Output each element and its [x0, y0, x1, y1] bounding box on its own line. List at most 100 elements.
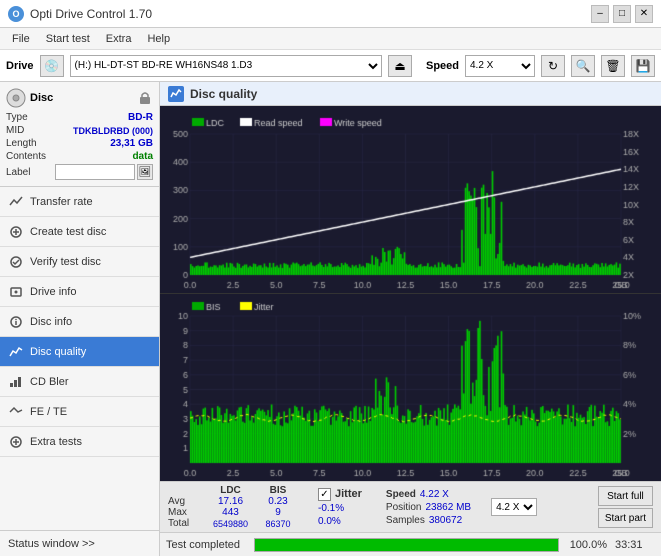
progress-percent: 100.0%: [567, 539, 607, 551]
eject-button[interactable]: ⏏: [388, 55, 412, 77]
progress-area: Test completed 100.0% 33:31: [160, 532, 661, 556]
sidebar-item-disc-info[interactable]: Disc info: [0, 307, 159, 337]
start-part-button[interactable]: Start part: [598, 508, 653, 528]
maximize-button[interactable]: □: [613, 5, 631, 23]
disc-label-row: Label 🖼: [6, 164, 153, 180]
avg-ldc: 17.16: [203, 496, 258, 507]
disc-contents-row: Contents data: [6, 151, 153, 162]
menubar: File Start test Extra Help: [0, 28, 661, 50]
drive-bar: Drive 💿 (H:) HL-DT-ST BD-RE WH16NS48 1.D…: [0, 50, 661, 82]
content-area: Disc quality LDC BIS Avg: [160, 82, 661, 556]
save-button[interactable]: 💾: [631, 55, 655, 77]
disc-panel: Disc Type BD-R MID TDKBLDRBD (000) Lengt…: [0, 82, 159, 187]
position-value: 23862 MB: [425, 502, 471, 513]
disc-quality-panel-icon: [168, 86, 184, 102]
jitter-checkbox[interactable]: ✓: [318, 488, 331, 501]
app-title: Opti Drive Control 1.70: [30, 7, 152, 21]
max-bis: 9: [258, 507, 298, 518]
disc-mid-row: MID TDKBLDRBD (000): [6, 125, 153, 136]
status-window-button[interactable]: Status window >>: [0, 530, 159, 556]
speed-select[interactable]: 4.2 X: [465, 55, 535, 77]
avg-bis: 0.23: [258, 496, 298, 507]
menu-start-test[interactable]: Start test: [38, 31, 98, 47]
position-row: Position 23862 MB: [386, 502, 471, 513]
sidebar-item-verify-test-disc[interactable]: Verify test disc: [0, 247, 159, 277]
disc-info-rows: Type BD-R MID TDKBLDRBD (000) Length 23,…: [6, 112, 153, 180]
verify-test-disc-icon: [8, 254, 24, 270]
sidebar-item-cd-bler[interactable]: CD Bler: [0, 367, 159, 397]
progress-bar-inner: [255, 539, 558, 551]
disc-info-icon: [8, 314, 24, 330]
avg-jitter: -0.1%: [318, 503, 362, 514]
window-controls: – □ ✕: [591, 5, 653, 23]
jitter-header: ✓ Jitter: [318, 488, 362, 501]
disc-length-row: Length 23,31 GB: [6, 138, 153, 149]
menu-extra[interactable]: Extra: [98, 31, 140, 47]
sidebar-item-transfer-rate[interactable]: Transfer rate: [0, 187, 159, 217]
avg-label: Avg: [168, 496, 203, 507]
disc-quality-icon: [8, 344, 24, 360]
close-button[interactable]: ✕: [635, 5, 653, 23]
disc-header: Disc: [6, 88, 153, 108]
main-layout: Disc Type BD-R MID TDKBLDRBD (000) Lengt…: [0, 82, 661, 556]
erase-button[interactable]: 🗑: [601, 55, 625, 77]
speed-row: Speed 4.22 X: [386, 489, 471, 500]
start-full-button[interactable]: Start full: [598, 486, 653, 506]
upper-chart: [160, 106, 661, 293]
jitter-section: ✓ Jitter -0.1% 0.0%: [318, 488, 362, 527]
max-label: Max: [168, 507, 203, 518]
position-label: Position: [386, 502, 422, 513]
disc-quality-title: Disc quality: [190, 87, 257, 101]
app-icon: O: [8, 6, 24, 22]
label-browse-button[interactable]: 🖼: [137, 164, 153, 180]
scan-button[interactable]: 🔍: [571, 55, 595, 77]
speed-dropdown[interactable]: 4.2 X: [491, 498, 537, 516]
sidebar: Disc Type BD-R MID TDKBLDRBD (000) Lengt…: [0, 82, 160, 556]
extra-tests-icon: [8, 434, 24, 450]
stats-bar: LDC BIS Avg 17.16 0.23 Max 443 9 Total 6…: [160, 481, 661, 532]
speed-dropdown-wrapper: 4.2 X: [491, 498, 537, 516]
speed-position-section: Speed 4.22 X Position 23862 MB Samples 3…: [386, 489, 471, 526]
drive-select[interactable]: (H:) HL-DT-ST BD-RE WH16NS48 1.D3: [70, 55, 382, 77]
sidebar-item-create-test-disc[interactable]: Create test disc: [0, 217, 159, 247]
create-test-disc-icon: [8, 224, 24, 240]
sidebar-item-fe-te[interactable]: FE / TE: [0, 397, 159, 427]
speed-col-header: Speed: [386, 489, 416, 500]
sidebar-item-disc-quality[interactable]: Disc quality: [0, 337, 159, 367]
upper-chart-canvas: [160, 106, 661, 293]
stats-table: LDC BIS Avg 17.16 0.23 Max 443 9 Total 6…: [168, 485, 298, 529]
speed-label: Speed: [426, 60, 459, 72]
disc-lock-icon: [137, 90, 153, 106]
minimize-button[interactable]: –: [591, 5, 609, 23]
drive-icon: 💿: [40, 55, 64, 77]
nav-items: Transfer rate Create test disc Verify te…: [0, 187, 159, 530]
titlebar-left: O Opti Drive Control 1.70: [8, 6, 152, 22]
menu-file[interactable]: File: [4, 31, 38, 47]
label-input[interactable]: [55, 164, 135, 180]
disc-panel-title: Disc: [30, 92, 53, 104]
drive-info-icon: [8, 284, 24, 300]
sidebar-item-drive-info[interactable]: Drive info: [0, 277, 159, 307]
charts-wrapper: [160, 106, 661, 481]
jitter-label: Jitter: [335, 488, 362, 500]
refresh-button[interactable]: ↻: [541, 55, 565, 77]
drive-label: Drive: [6, 60, 34, 72]
lower-chart-canvas: [160, 294, 661, 481]
fe-te-icon: [8, 404, 24, 420]
menu-help[interactable]: Help: [139, 31, 178, 47]
disc-type-row: Type BD-R: [6, 112, 153, 123]
progress-time: 33:31: [615, 539, 655, 551]
titlebar: O Opti Drive Control 1.70 – □ ✕: [0, 0, 661, 28]
max-ldc: 443: [203, 507, 258, 518]
disc-icon: [6, 88, 26, 108]
sidebar-item-extra-tests[interactable]: Extra tests: [0, 427, 159, 457]
start-buttons: Start full Start part: [598, 486, 653, 528]
lower-chart: [160, 293, 661, 481]
status-label: Test completed: [166, 539, 246, 551]
col-bis-header: BIS: [258, 485, 298, 496]
transfer-rate-icon: [8, 194, 24, 210]
label-input-group: 🖼: [55, 164, 153, 180]
max-jitter: 0.0%: [318, 516, 362, 527]
disc-quality-header: Disc quality: [160, 82, 661, 106]
cd-bler-icon: [8, 374, 24, 390]
